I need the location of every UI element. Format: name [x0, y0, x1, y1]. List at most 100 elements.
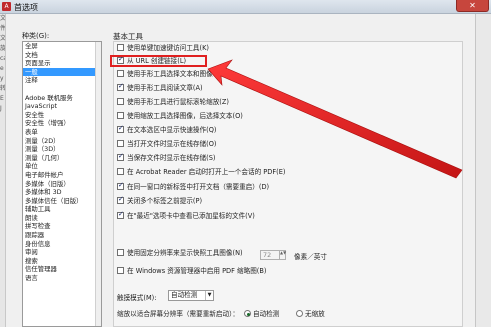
category-item[interactable]: 辅助工具 — [23, 205, 101, 214]
option-label: 在 Windows 资源管理器中启用 PDF 缩略图(B) — [127, 267, 267, 275]
category-item[interactable]: Adobe 联机服务 — [23, 94, 101, 103]
close-button[interactable]: ✕ — [456, 0, 489, 12]
background-text: E — [0, 95, 4, 102]
chevron-down-icon: ▼ — [205, 291, 213, 300]
checkbox-checked-icon[interactable] — [117, 152, 124, 161]
checkbox-checked-icon[interactable] — [117, 195, 124, 204]
category-item[interactable]: JavaScript — [23, 102, 101, 111]
option-checkbox-row[interactable]: 关闭多个标签之前提示(P) — [117, 195, 203, 207]
option-checkbox-row[interactable]: 在同一窗口的新标签中打开文档（需要重启）(D) — [117, 181, 270, 193]
category-scrollbar[interactable] — [95, 42, 101, 326]
checkbox-icon[interactable] — [117, 267, 124, 274]
option-checkbox-row[interactable]: 当打开文件时显示在线存储(O) — [117, 140, 216, 150]
checkbox-checked-icon[interactable] — [117, 82, 124, 91]
background-text: 文 — [0, 15, 6, 22]
background-text: 文 — [0, 35, 6, 42]
option-checkbox-row[interactable]: 使用手形工具进行鼠标滚轮缩放(Z) — [117, 98, 229, 108]
category-item[interactable]: 安全性（增强） — [23, 119, 101, 128]
category-item[interactable]: 跟踪器 — [23, 231, 101, 240]
checkbox-icon[interactable] — [117, 140, 124, 147]
option-label: 使用手形工具进行鼠标滚轮缩放(Z) — [127, 98, 229, 106]
resolution-value: 72 — [263, 251, 272, 259]
scaling-auto-label: 自动检测 — [253, 310, 280, 318]
option-checkbox-row[interactable]: 在文本选区中显示快速操作(Q) — [117, 124, 217, 136]
right-window-edge — [475, 14, 491, 327]
category-item[interactable]: 全屏 — [23, 42, 101, 51]
option-label: 在同一窗口的新标签中打开文档（需要重启）(D) — [127, 183, 270, 191]
checkbox-icon[interactable] — [117, 249, 124, 256]
category-item[interactable]: 拼写检查 — [23, 222, 101, 231]
category-item[interactable]: 身份信息 — [23, 240, 101, 249]
option-label: 关闭多个标签之前提示(P) — [127, 197, 203, 205]
checkbox-icon[interactable] — [117, 112, 124, 119]
category-item[interactable]: 语言 — [23, 274, 101, 283]
category-item[interactable]: 单位 — [23, 162, 101, 171]
category-item[interactable]: 注释 — [23, 76, 101, 85]
category-item[interactable] — [23, 85, 101, 94]
category-item[interactable]: 多媒体和 3D — [23, 188, 101, 197]
checkbox-icon[interactable] — [117, 168, 124, 175]
radio-auto-icon — [244, 310, 251, 317]
option-label: 使用手形工具阅读文章(A) — [127, 84, 203, 92]
category-item[interactable]: 信任管理器 — [23, 265, 101, 274]
highlight-box — [110, 55, 207, 67]
background-text: 转 — [0, 85, 6, 92]
category-item[interactable]: 多媒体（旧版） — [23, 180, 101, 189]
option-checkbox-row[interactable]: 使用固定分辨率来显示快照工具图像(N) — [117, 249, 243, 259]
background-text: 件 — [0, 25, 6, 32]
checkbox-icon[interactable] — [117, 98, 124, 105]
option-checkbox-row[interactable]: 使用手形工具选择文本和图像 — [117, 70, 213, 80]
option-label: 在文本选区中显示快速操作(Q) — [127, 126, 217, 134]
touch-mode-value: 自动检测 — [171, 291, 198, 299]
background-text: 旋 — [0, 45, 6, 52]
stepper-arrows-icon[interactable]: ▲▼ — [279, 251, 286, 259]
option-label: 当保存文件时显示在线存储(S) — [127, 154, 216, 162]
category-list[interactable]: 全屏 文档 页面显示 一般 注释 Adobe 联机服务 JavaScript 安全性 安全性（增… — [22, 41, 102, 327]
window-title: 首选项 — [14, 3, 38, 12]
option-checkbox-row[interactable]: 使用单键加速键访问工具(K) — [117, 44, 209, 54]
option-checkbox-row[interactable]: 在"最近"选项卡中查看已添加星标的文件(V) — [117, 210, 255, 222]
checkbox-checked-icon[interactable] — [117, 210, 124, 219]
category-item[interactable]: 文档 — [23, 51, 101, 60]
category-item[interactable]: 页面显示 — [23, 59, 101, 68]
scaling-none-radio[interactable]: 无缩放 — [296, 308, 325, 318]
option-checkbox-row[interactable]: 当保存文件时显示在线存储(S) — [117, 152, 216, 164]
checkbox-icon[interactable] — [117, 44, 124, 51]
background-text: e — [0, 65, 4, 72]
background-window-edge: 文件文旋caey转EJ — [0, 14, 6, 327]
scaling-auto-radio[interactable]: 自动检测 — [244, 308, 279, 318]
checkbox-icon[interactable] — [117, 70, 124, 77]
category-item[interactable]: 审阅 — [23, 248, 101, 257]
option-label: 当打开文件时显示在线存储(O) — [127, 140, 217, 148]
option-label: 使用手形工具选择文本和图像 — [127, 70, 213, 78]
option-checkbox-row[interactable]: 使用缩放工具选择图像，后选择文本(O) — [117, 112, 243, 122]
category-item[interactable]: 多媒体信任（旧版） — [23, 197, 101, 206]
background-text: y — [0, 75, 4, 82]
option-label: 使用缩放工具选择图像，后选择文本(O) — [127, 112, 243, 120]
title-bar: A 首选项 ✕ — [0, 0, 491, 14]
category-item[interactable]: 测量（3D） — [23, 145, 101, 154]
acrobat-app-icon: A — [2, 2, 11, 11]
scaling-none-label: 无缩放 — [305, 310, 325, 318]
option-checkbox-row[interactable]: 使用手形工具阅读文章(A) — [117, 82, 203, 94]
scaling-label: 缩放以适合屏幕分辨率（需要重新启动）： — [117, 310, 239, 318]
touch-mode-label: 触摸模式(M): — [117, 294, 157, 302]
option-label: 使用固定分辨率来显示快照工具图像(N) — [127, 249, 243, 257]
option-checkbox-row[interactable]: 在 Windows 资源管理器中启用 PDF 缩略图(B) — [117, 267, 266, 277]
category-item[interactable]: 电子邮件帐户 — [23, 171, 101, 180]
option-checkbox-row[interactable]: 在 Acrobat Reader 启动时打开上一个会话的 PDF(E) — [117, 168, 285, 178]
category-item[interactable]: 表单 — [23, 128, 101, 137]
background-text: ca — [0, 55, 5, 62]
background-text: J — [0, 105, 2, 112]
category-item[interactable]: 测量（2D） — [23, 137, 101, 146]
resolution-stepper[interactable]: 72 ▲▼ — [260, 250, 286, 260]
option-label: 在 Acrobat Reader 启动时打开上一个会话的 PDF(E) — [127, 168, 286, 176]
option-label: 在"最近"选项卡中查看已添加星标的文件(V) — [127, 212, 255, 220]
checkbox-checked-icon[interactable] — [117, 181, 124, 190]
option-label: 使用单键加速键访问工具(K) — [127, 44, 209, 52]
radio-none-icon — [296, 310, 303, 317]
touch-mode-select[interactable]: 自动检测 ▼ — [168, 290, 214, 301]
category-label: 种类(G): — [22, 32, 50, 40]
resolution-unit: 像素／英寸 — [294, 253, 327, 261]
checkbox-checked-icon[interactable] — [117, 124, 124, 133]
